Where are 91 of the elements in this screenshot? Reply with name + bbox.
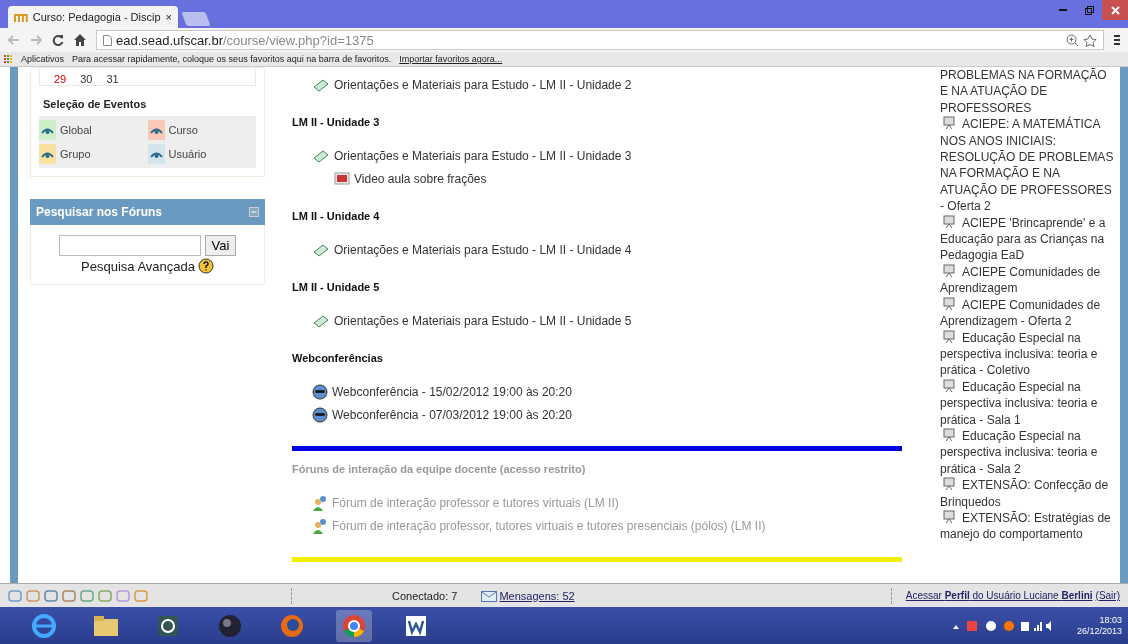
online-count: Conectado: 7 xyxy=(392,589,458,602)
apps-link[interactable]: Aplicativos xyxy=(21,54,65,64)
event-filter-label[interactable]: Curso xyxy=(168,124,198,136)
activity-link[interactable]: Video aula sobre frações xyxy=(292,167,902,190)
globe-icon xyxy=(312,383,328,400)
easel-icon xyxy=(942,116,956,131)
event-filter-label[interactable]: Global xyxy=(60,124,92,136)
course-link[interactable]: Educação Especial na perspectiva inclusiva: teoria e prática - Sala 1 xyxy=(940,378,1116,428)
calendar-day[interactable]: 29 xyxy=(54,73,67,85)
activity-link[interactable]: Orientações e Materiais para Estudo - LM II - Unidade 5 xyxy=(292,309,902,332)
tab-close-button[interactable]: × xyxy=(165,11,172,23)
course-link[interactable]: ACIEPE Comunidades de Aprendizagem - Oferta 2 xyxy=(940,296,1116,330)
tray-icons-drawing[interactable] xyxy=(950,618,1051,633)
course-link[interactable]: EXTENSÃO: Confecção de Brinquedos xyxy=(940,477,1116,510)
pencil-paper-icon xyxy=(312,242,330,257)
bookmarks-hint: Para acessar rapidamente, coloque os seus favoritos aqui na barra de favoritos. xyxy=(72,54,392,64)
logout-link[interactable]: (Sair) xyxy=(1095,590,1120,601)
easel-icon xyxy=(942,329,956,344)
course-link[interactable]: ACIEPE 'Brincaprende' e a Educação para as Crianças na Pedagogia EaD xyxy=(940,214,1116,264)
block-title: Pesquisar nos Fóruns xyxy=(36,205,163,219)
block-title: Seleção de Eventos xyxy=(42,97,148,112)
close-icon xyxy=(1110,5,1120,15)
event-swatch[interactable] xyxy=(147,120,165,140)
pencil-paper-icon xyxy=(312,148,330,163)
section-title: LM II - Unidade 4 xyxy=(292,210,381,224)
apps-grid-icon[interactable] xyxy=(4,54,13,64)
pencil-paper-icon xyxy=(312,313,330,328)
chrome-icon[interactable] xyxy=(336,609,372,642)
tab-title: Curso: Pedagogia - Discip xyxy=(32,11,161,23)
event-filter-label[interactable]: Grupo xyxy=(60,148,91,160)
activity-link[interactable]: Orientações e Materiais para Estudo - LM II - Unidade 2 xyxy=(292,73,902,96)
import-bookmarks-link[interactable]: Importar favoritos agora... xyxy=(399,54,503,64)
course-link[interactable]: Educação Especial na perspectiva inclusiva: teoria e prática - Sala 2 xyxy=(940,427,1116,478)
search-button[interactable]: Vai xyxy=(204,235,237,256)
easel-icon xyxy=(942,296,956,311)
star-icon[interactable] xyxy=(1083,33,1097,47)
globe-icon xyxy=(312,406,328,423)
easel-icon xyxy=(942,214,956,229)
course-link[interactable]: ACIEPE Comunidades de Aprendizagem xyxy=(940,263,1116,297)
page-icon xyxy=(103,34,112,46)
reload-icon[interactable] xyxy=(52,34,64,46)
search-field[interactable] xyxy=(58,235,201,256)
close-button[interactable] xyxy=(1102,0,1128,20)
profile-link[interactable]: Acessar Perfil do Usuário Luciane Berlini xyxy=(905,590,1093,601)
address-field[interactable]: ead.sead.ufscar.br/course/view.php?id=1375 xyxy=(96,30,1104,50)
easel-icon xyxy=(942,263,956,278)
messages-link[interactable]: Mensagens: 52 xyxy=(499,589,575,602)
zoom-icon[interactable] xyxy=(1066,33,1079,47)
event-swatch[interactable] xyxy=(147,144,165,164)
video-icon xyxy=(334,172,350,185)
users-icon xyxy=(312,494,328,511)
activity-link[interactable]: Orientações e Materiais para Estudo - LM II - Unidade 3 xyxy=(292,144,902,167)
mail-icon[interactable] xyxy=(481,589,498,602)
menu-icon[interactable] xyxy=(1114,35,1120,45)
activity-link[interactable]: Orientações e Materiais para Estudo - LM II - Unidade 4 xyxy=(292,238,902,261)
course-link[interactable]: ACIEPE: A MATEMÁTICA NOS ANOS INICIAIS: RESOLUÇÃO DE PROBLEMAS NA FORMAÇÃO E NA ATUAÇÃO DE PROFESSORES - Oferta 2 xyxy=(940,116,1116,215)
event-swatch[interactable] xyxy=(39,120,56,140)
activity-link[interactable]: Webconferência - 15/02/2012 19:00 às 20:20 xyxy=(292,380,902,403)
easel-icon xyxy=(942,509,956,524)
section-title: LM II - Unidade 3 xyxy=(292,116,381,130)
users-icon xyxy=(312,517,328,534)
logo-icon xyxy=(14,11,28,23)
activity-link[interactable]: Webconferência - 07/03/2012 19:00 às 20:20 xyxy=(292,403,902,426)
course-link[interactable]: Educação Especial na perspectiva inclusiva: teoria e prática - Coletivo xyxy=(940,329,1116,379)
calendar-day[interactable]: 31 xyxy=(106,73,119,85)
toolbar-icon[interactable] xyxy=(44,588,58,603)
clock-time[interactable]: 18:03 xyxy=(1076,614,1122,626)
clock-date[interactable]: 26/12/2013 xyxy=(1076,625,1122,637)
calendar-day[interactable]: 30 xyxy=(80,73,93,85)
advanced-search-link[interactable]: Pesquisa Avançada xyxy=(81,258,195,274)
minimize-icon xyxy=(1059,9,1067,11)
course-link[interactable]: PROBLEMAS NA FORMAÇÃO E NA ATUAÇÃO DE PROFESSORES xyxy=(940,67,1116,117)
course-link[interactable]: EXTENSÃO: Estratégias de manejo do comportamento xyxy=(940,509,1116,543)
easel-icon xyxy=(942,477,956,492)
section-title: Fóruns de interação da equipe docente (acesso restrito) xyxy=(292,463,587,477)
easel-icon xyxy=(942,378,956,393)
help-icon[interactable] xyxy=(198,258,214,274)
section-title: LM II - Unidade 5 xyxy=(292,281,381,295)
easel-icon xyxy=(942,427,956,442)
toolbar-icon[interactable] xyxy=(98,588,112,603)
pencil-paper-icon xyxy=(312,77,330,92)
browser-tab[interactable]: Curso: Pedagogia - Discip × xyxy=(8,6,178,28)
section-title: Webconferências xyxy=(292,352,384,366)
toolbar-icon[interactable] xyxy=(8,588,22,603)
restore-icon xyxy=(1084,5,1094,15)
toolbar-icon[interactable] xyxy=(62,588,76,603)
toolbar-icon[interactable] xyxy=(80,588,94,603)
home-icon[interactable] xyxy=(74,34,86,46)
new-tab-button[interactable] xyxy=(181,12,211,26)
event-swatch[interactable] xyxy=(39,144,56,164)
event-filter-label[interactable]: Usuário xyxy=(168,148,207,160)
